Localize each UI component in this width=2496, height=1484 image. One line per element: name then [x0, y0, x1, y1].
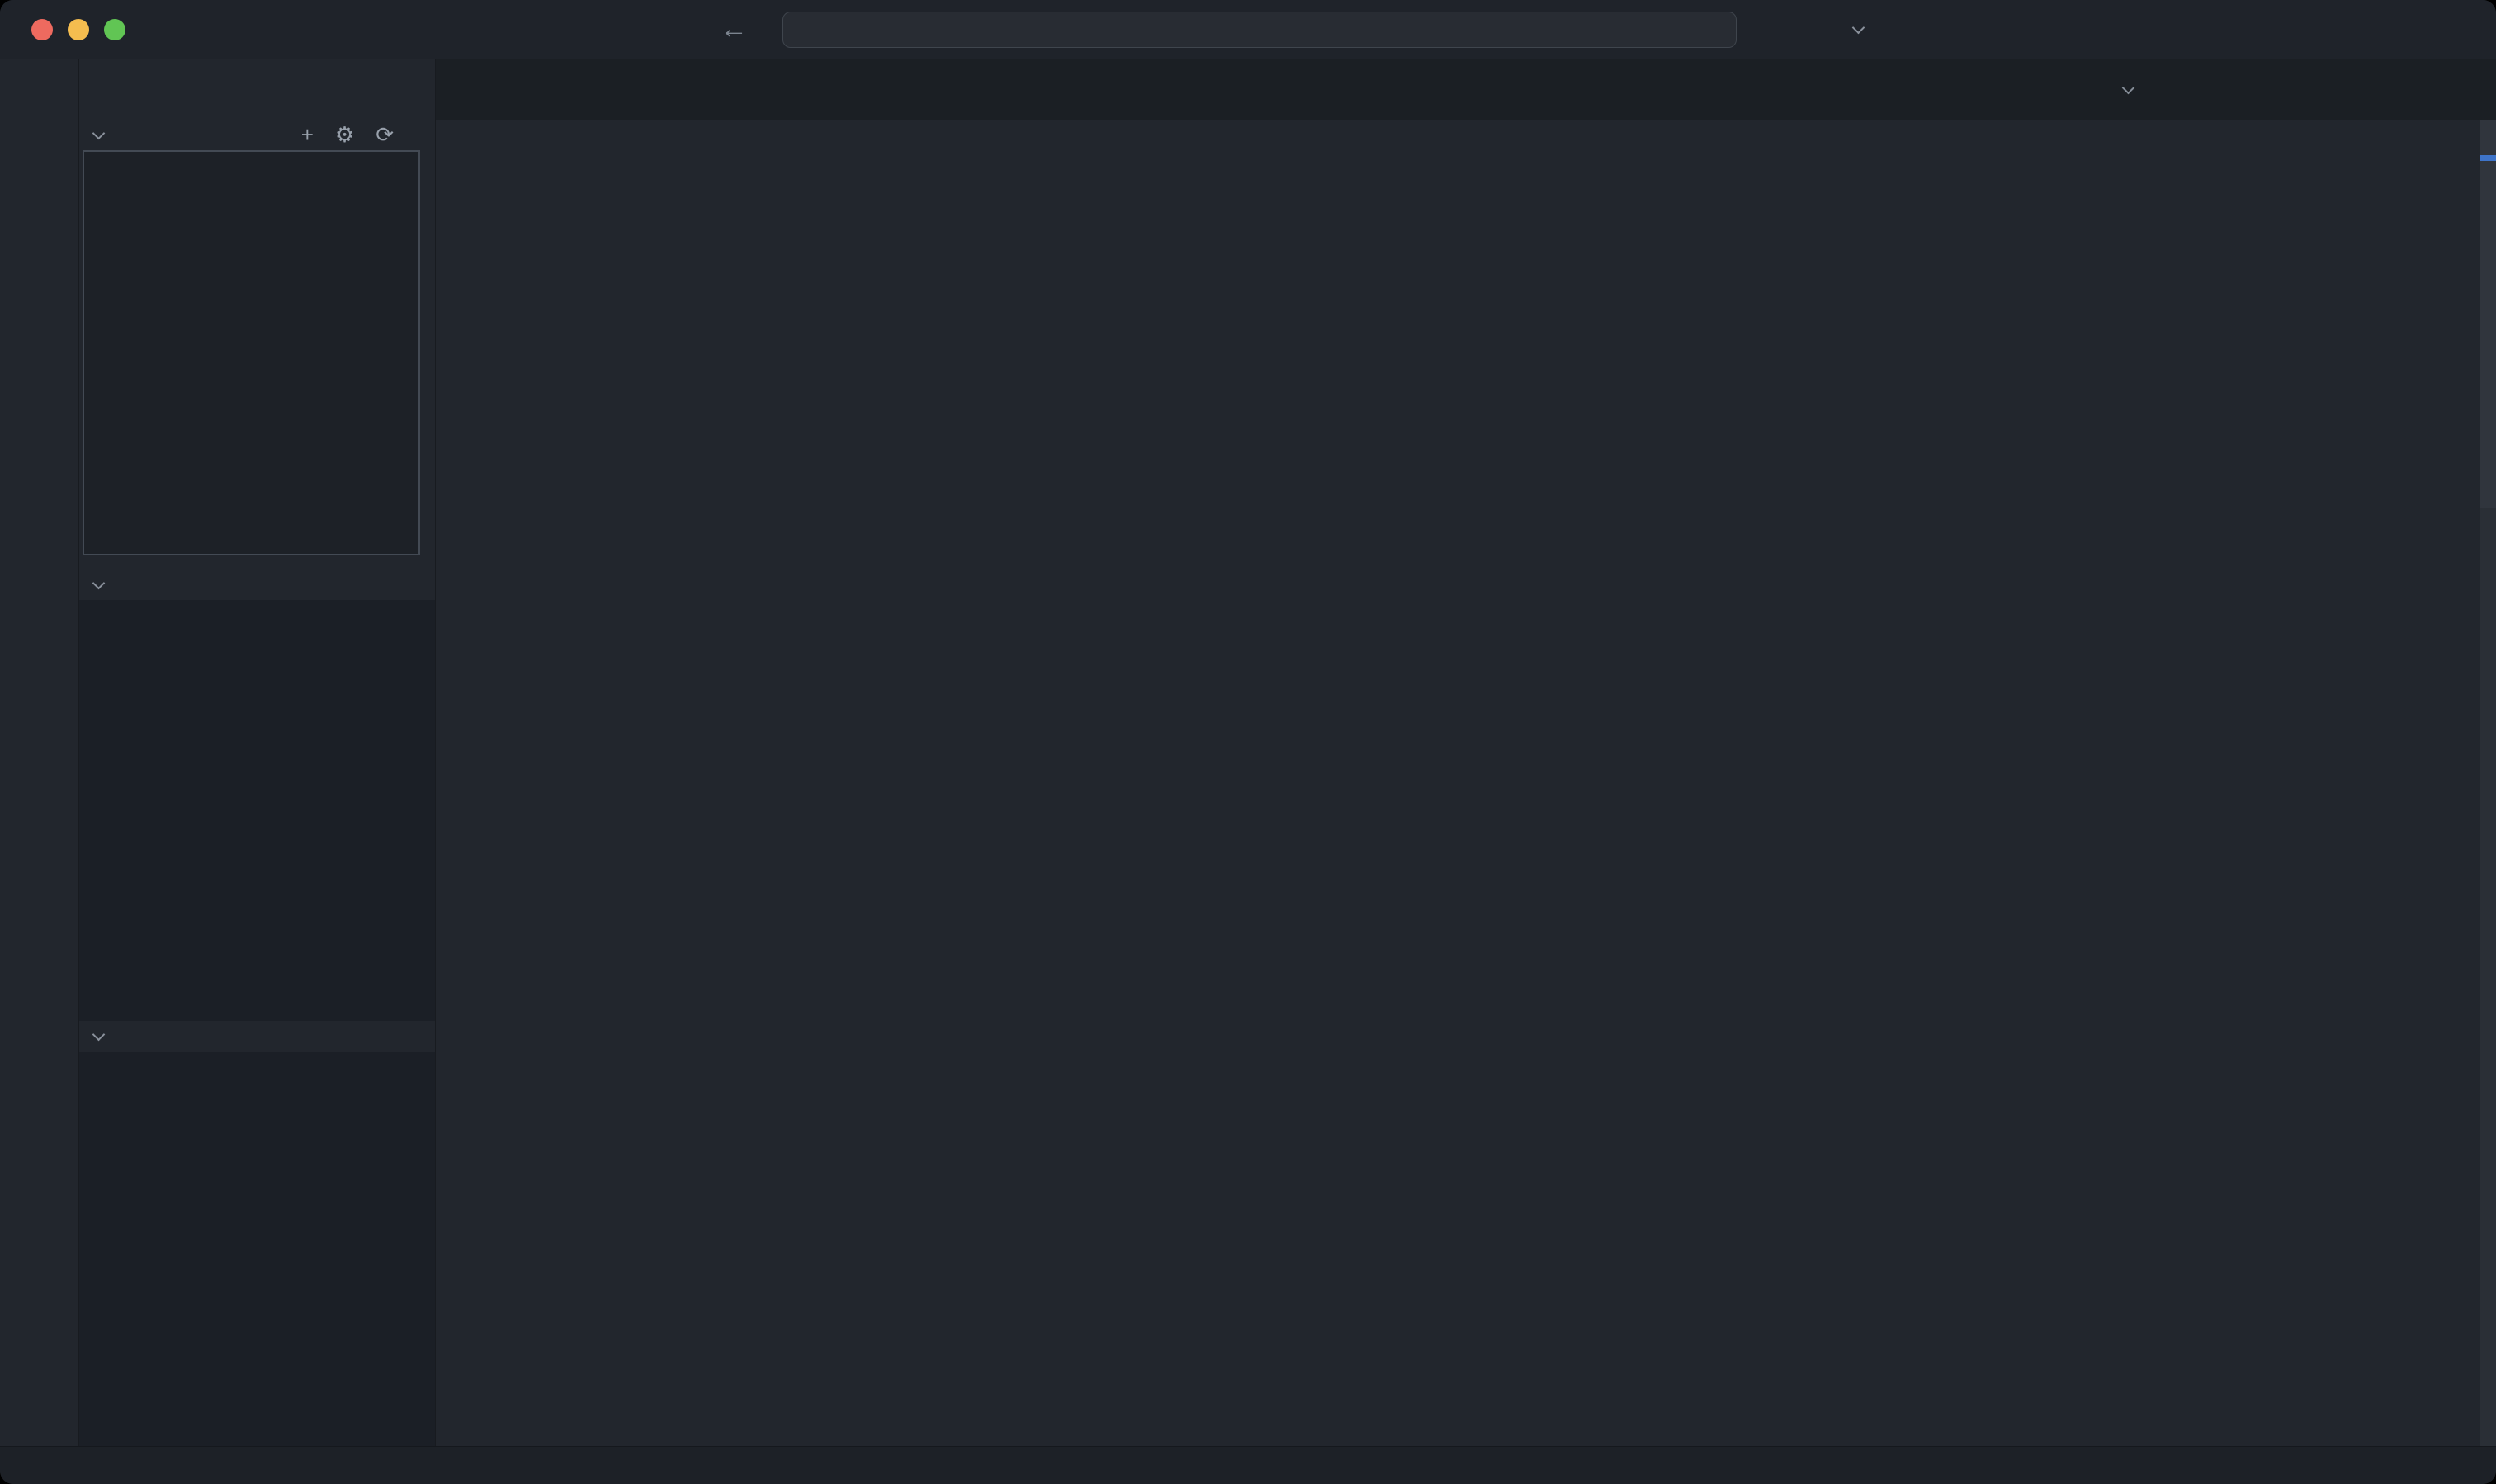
getting-started-list — [79, 1052, 435, 1446]
run-dropdown-icon[interactable] — [2122, 82, 2135, 95]
editor-actions — [2073, 59, 2496, 120]
history-back-icon[interactable]: ← — [720, 13, 748, 45]
add-connection-icon[interactable]: + — [301, 122, 314, 148]
installed-mcp-servers-panel — [79, 600, 435, 1021]
account-menu[interactable] — [1819, 17, 1866, 43]
split-editor-icon[interactable] — [2397, 77, 2423, 103]
chevron-down-icon — [92, 577, 106, 590]
chevron-down-icon — [92, 127, 106, 140]
gear-icon[interactable]: ⚙ — [335, 122, 354, 148]
titlebar: ← → — [0, 0, 2496, 59]
toggle-panel-icon[interactable] — [2397, 17, 2423, 43]
scrollbar[interactable] — [2480, 120, 2496, 1446]
scrollbar-slider[interactable] — [2480, 120, 2496, 508]
sidebar: + ⚙ ⟳ — [79, 59, 436, 1446]
status-bar — [0, 1446, 2496, 1484]
close-window-button[interactable] — [31, 19, 53, 40]
account-icon — [1819, 17, 1846, 43]
section-mcp-connections[interactable]: + ⚙ ⟳ — [79, 120, 435, 150]
traffic-lights — [31, 19, 125, 40]
run-python-file-icon[interactable] — [2073, 77, 2099, 103]
toggle-secondary-sidebar-icon[interactable] — [2445, 17, 2471, 43]
back-circle-icon[interactable] — [2205, 77, 2232, 103]
customize-layout-icon[interactable] — [2301, 17, 2328, 43]
refresh-icon[interactable]: ⟳ — [376, 122, 394, 148]
circle-left-icon[interactable] — [2253, 77, 2280, 103]
chevron-down-icon — [92, 1028, 106, 1042]
overview-ruler-marker — [2480, 155, 2496, 161]
zoom-window-button[interactable] — [104, 19, 125, 40]
circle-forward-icon[interactable] — [2301, 77, 2328, 103]
activity-bar — [0, 59, 79, 1446]
minimize-window-button[interactable] — [68, 19, 89, 40]
tab-bar — [436, 59, 2496, 120]
chevron-down-icon — [1852, 21, 1865, 35]
vscode-window: ← → + — [0, 0, 2496, 1484]
editor-group — [436, 59, 2496, 1446]
section-getting-started-help[interactable] — [79, 1021, 435, 1052]
section-installed-mcp-servers[interactable] — [79, 569, 435, 600]
code-editor[interactable] — [436, 158, 2496, 1446]
toggle-sidebar-icon[interactable] — [2349, 17, 2375, 43]
openmcp-icon[interactable] — [2158, 77, 2184, 103]
minimap[interactable] — [2359, 234, 2479, 1443]
search-icon — [1246, 20, 1265, 40]
command-center-search[interactable] — [782, 12, 1737, 48]
mcp-connections-list — [83, 150, 420, 555]
more-actions-icon[interactable] — [2445, 77, 2471, 103]
breadcrumb — [436, 120, 2496, 158]
git-circle-icon[interactable] — [2349, 77, 2375, 103]
